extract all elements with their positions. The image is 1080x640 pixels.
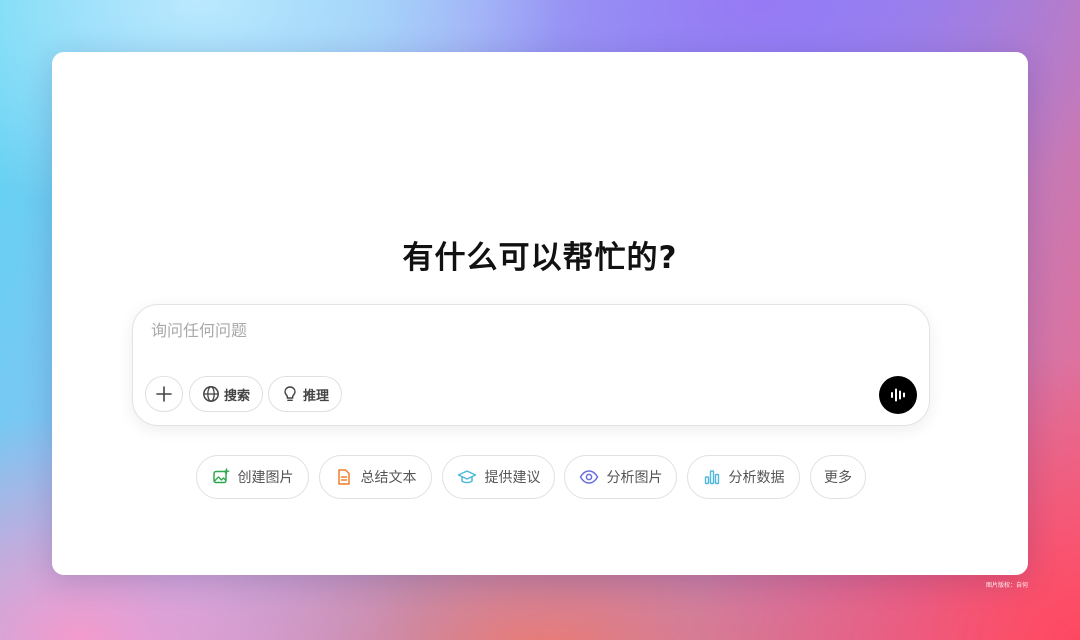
chip-analyze-image[interactable]: 分析图片 <box>564 455 677 499</box>
page-title: 有什么可以帮忙的? <box>402 240 678 276</box>
chip-summarize-text[interactable]: 总结文本 <box>319 455 432 499</box>
bar-chart-icon <box>704 470 719 485</box>
image-plus-icon <box>212 468 229 484</box>
attach-button[interactable] <box>145 376 183 412</box>
plus-icon <box>156 386 172 402</box>
chip-more[interactable]: 更多 <box>810 455 866 499</box>
chip-label: 总结文本 <box>360 470 417 486</box>
chip-label: 分析数据 <box>728 470 785 486</box>
document-icon <box>337 469 350 485</box>
globe-icon <box>203 386 219 402</box>
chip-label: 分析图片 <box>606 470 663 486</box>
composer: 搜索 推理 <box>132 304 930 426</box>
chip-analyze-data[interactable]: 分析数据 <box>687 455 800 499</box>
chip-label: 提供建议 <box>484 470 541 486</box>
lightbulb-icon <box>284 386 296 401</box>
voice-wave-icon <box>891 388 905 402</box>
graduation-cap-icon <box>457 470 476 484</box>
chat-window: 有什么可以帮忙的? 搜索 推理 <box>52 52 1028 575</box>
eye-icon <box>579 470 598 484</box>
voice-mode-button[interactable] <box>879 376 917 414</box>
chip-label: 更多 <box>824 470 852 486</box>
search-button[interactable]: 搜索 <box>189 376 263 412</box>
chip-give-advice[interactable]: 提供建议 <box>442 455 555 499</box>
suggestion-chips: 创建图片 总结文本 提供建议 分析图片 分析数据 更多 <box>52 455 1028 499</box>
reason-button[interactable]: 推理 <box>268 376 342 412</box>
chip-create-image[interactable]: 创建图片 <box>196 455 309 499</box>
image-credit: 图片版权：自何 <box>986 582 1029 589</box>
search-label: 搜索 <box>223 388 250 404</box>
prompt-input[interactable] <box>151 321 911 340</box>
chip-label: 创建图片 <box>237 470 294 486</box>
reason-label: 推理 <box>302 388 329 404</box>
